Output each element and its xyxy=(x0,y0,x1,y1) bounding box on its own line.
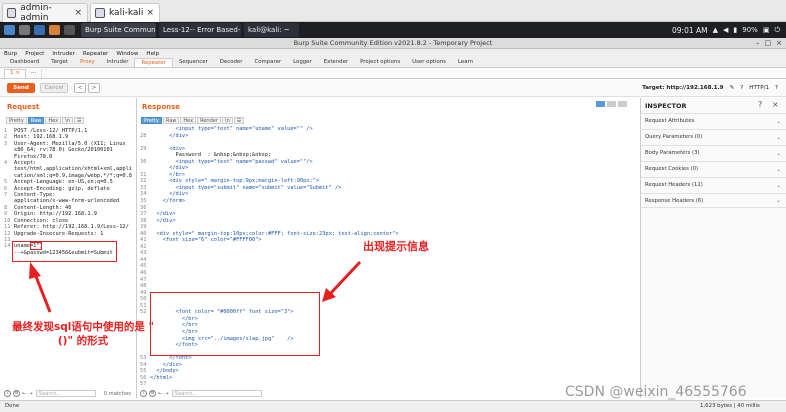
watermark: CSDN @weixin_46555766 xyxy=(565,384,747,400)
annotation-right: 出现提示信息 xyxy=(363,240,429,253)
annotation-arrows xyxy=(29,260,362,313)
left-arrow-shaft xyxy=(33,273,52,313)
right-arrow-shaft xyxy=(328,260,362,296)
annotation-left: 最终发现sql语句中使用的是 "()" 的形式 xyxy=(12,321,154,347)
left-arrow-head xyxy=(29,262,41,279)
